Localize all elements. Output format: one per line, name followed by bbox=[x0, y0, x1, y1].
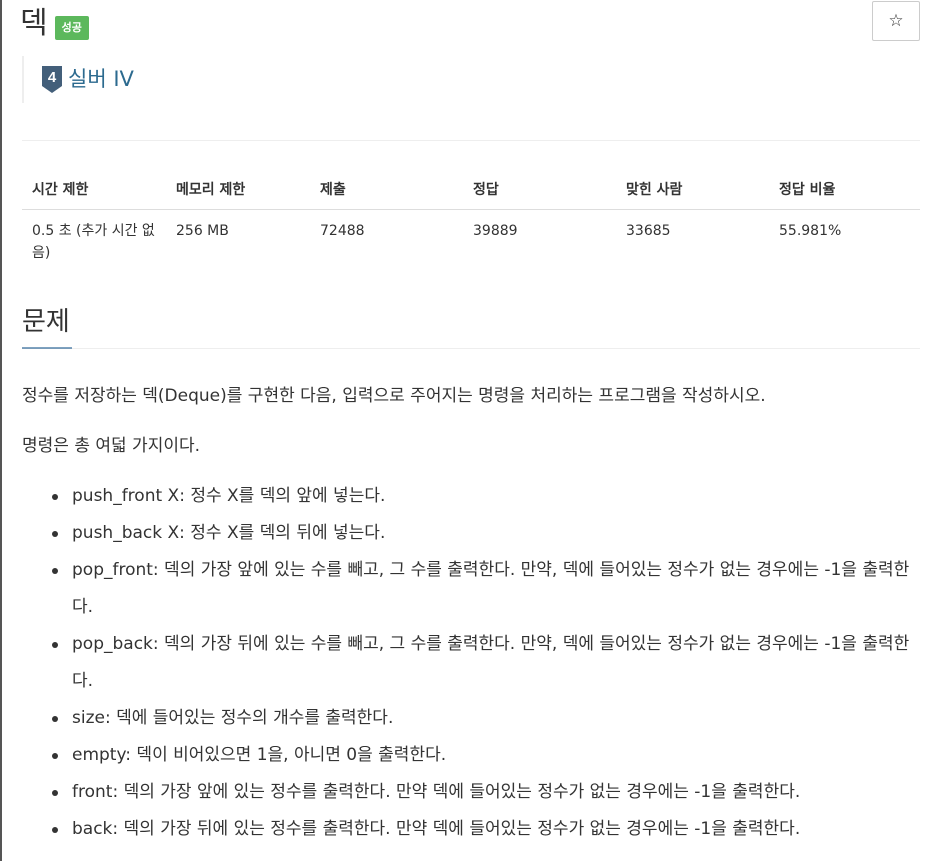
table-header-row: 시간 제한 메모리 제한 제출 정답 맞힌 사람 정답 비율 bbox=[22, 170, 920, 210]
header-accepted: 정답 bbox=[463, 170, 616, 210]
favorite-star-button[interactable]: ☆ bbox=[872, 1, 920, 41]
section-underline bbox=[22, 347, 72, 349]
problem-description: 정수를 저장하는 덱(Deque)를 구현한 다음, 입력으로 주어지는 명령을… bbox=[22, 378, 927, 848]
problem-page: 덱 성공 ☆ 4 실버 IV 시간 제한 메모리 제한 제출 정답 맞힌 사람 … bbox=[2, 0, 940, 861]
list-item: size: 덱에 들어있는 정수의 개수를 출력한다. bbox=[22, 700, 927, 737]
accepted-value: 39889 bbox=[473, 222, 518, 239]
description-paragraph: 명령은 총 여덟 가지이다. bbox=[22, 436, 201, 456]
list-item: front: 덱의 가장 앞에 있는 정수를 출력한다. 만약 덱에 들어있는 … bbox=[22, 774, 927, 811]
list-item: push_front X: 정수 X를 덱의 앞에 넣는다. bbox=[22, 478, 927, 515]
problem-info-table: 시간 제한 메모리 제한 제출 정답 맞힌 사람 정답 비율 0.5 초 (추가… bbox=[22, 170, 920, 275]
star-icon: ☆ bbox=[888, 11, 904, 30]
header-memory-limit: 메모리 제한 bbox=[166, 170, 310, 210]
solved-users-value: 33685 bbox=[626, 222, 671, 239]
problem-section-header: 문제 bbox=[22, 302, 920, 349]
submissions-value: 72488 bbox=[320, 222, 365, 239]
description-paragraph: 정수를 저장하는 덱(Deque)를 구현한 다음, 입력으로 주어지는 명령을… bbox=[22, 386, 766, 406]
tier-block: 4 실버 IV bbox=[22, 56, 134, 103]
divider bbox=[22, 140, 920, 141]
title-row: 덱 성공 bbox=[20, 4, 89, 44]
accept-ratio-value: 55.981% bbox=[779, 222, 842, 239]
tier-number: 4 bbox=[48, 69, 57, 86]
header-submissions: 제출 bbox=[310, 170, 463, 210]
section-title: 문제 bbox=[22, 307, 70, 337]
tier-label[interactable]: 실버 IV bbox=[68, 65, 134, 93]
list-item: back: 덱의 가장 뒤에 있는 정수를 출력한다. 만약 덱에 들어있는 정… bbox=[22, 811, 927, 848]
memory-limit-value: 256 MB bbox=[176, 222, 229, 239]
header-accept-ratio: 정답 비율 bbox=[769, 170, 920, 210]
list-item: pop_front: 덱의 가장 앞에 있는 수를 빼고, 그 수를 출력한다.… bbox=[22, 552, 927, 626]
command-list: push_front X: 정수 X를 덱의 앞에 넣는다. push_back… bbox=[22, 478, 927, 848]
list-item: push_back X: 정수 X를 덱의 뒤에 넣는다. bbox=[22, 515, 927, 552]
header-time-limit: 시간 제한 bbox=[22, 170, 166, 210]
tier-badge-icon[interactable]: 4 bbox=[42, 65, 62, 94]
table-row: 0.5 초 (추가 시간 없음) 256 MB 72488 39889 3368… bbox=[22, 209, 920, 275]
list-item: empty: 덱이 비어있으면 1을, 아니면 0을 출력한다. bbox=[22, 737, 927, 774]
status-badge: 성공 bbox=[54, 16, 89, 40]
list-item: pop_back: 덱의 가장 뒤에 있는 수를 빼고, 그 수를 출력한다. … bbox=[22, 626, 927, 700]
time-limit-value: 0.5 초 (추가 시간 없음) bbox=[32, 222, 155, 261]
problem-title: 덱 bbox=[20, 6, 48, 41]
header-solved-users: 맞힌 사람 bbox=[616, 170, 769, 210]
